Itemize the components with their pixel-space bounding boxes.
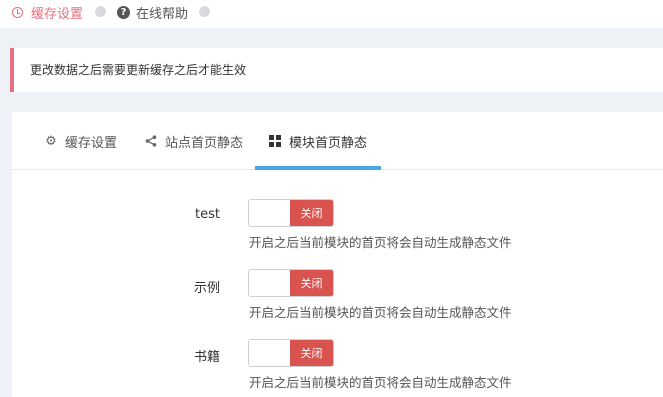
breadcrumb-online-help[interactable]: ? 在线帮助 (117, 3, 188, 22)
tab-label: 缓存设置 (65, 135, 118, 151)
module-label-test: test (195, 207, 220, 222)
toggle-switch-books[interactable]: 关闭 (248, 339, 334, 367)
tab-bar: ⚙ 缓存设置 站点首页静态 模块首页静态 (12, 112, 663, 170)
breadcrumb-label: 缓存设置 (31, 7, 84, 22)
tab-label: 站点首页静态 (165, 135, 244, 151)
toggle-switch-example[interactable]: 关闭 (248, 269, 334, 297)
breadcrumb-label: 在线帮助 (136, 7, 189, 22)
switch-off-label: 关闭 (290, 340, 333, 366)
module-label-example: 示例 (193, 281, 220, 296)
help-text: 开启之后当前模块的首页将会自动生成静态文件 (249, 375, 512, 390)
switch-knob (249, 270, 291, 296)
switch-off-label: 关闭 (290, 270, 333, 296)
info-alert: 更改数据之后需要更新缓存之后才能生效 (10, 48, 663, 92)
top-breadcrumb-bar: 缓存设置 ? 在线帮助 (0, 0, 663, 28)
help-text: 开启之后当前模块的首页将会自动生成静态文件 (249, 235, 512, 250)
tab-site-home-static[interactable]: 站点首页静态 (144, 112, 243, 170)
module-label-books: 书籍 (193, 350, 220, 365)
breadcrumb-cache-settings[interactable]: 缓存设置 (12, 3, 83, 22)
alert-text: 更改数据之后需要更新缓存之后才能生效 (30, 63, 247, 77)
settings-card: ⚙ 缓存设置 站点首页静态 模块首页静态 test 关闭 开启之后当前模块的首页… (12, 112, 663, 397)
breadcrumb-separator (95, 6, 106, 17)
help-circle-icon: ? (117, 6, 130, 19)
help-text: 开启之后当前模块的首页将会自动生成静态文件 (249, 305, 512, 320)
grid-icon (268, 134, 282, 148)
breadcrumb-separator (199, 6, 210, 17)
clock-icon (12, 7, 23, 18)
active-tab-indicator (255, 166, 381, 170)
switch-knob (249, 340, 291, 366)
tab-cache-settings[interactable]: ⚙ 缓存设置 (44, 112, 117, 170)
gear-icon: ⚙ (45, 133, 57, 149)
tab-label: 模块首页静态 (289, 135, 368, 151)
switch-knob (249, 200, 291, 226)
switch-off-label: 关闭 (290, 200, 333, 226)
tab-module-home-static[interactable]: 模块首页静态 (268, 112, 367, 170)
share-icon (144, 134, 158, 148)
toggle-switch-test[interactable]: 关闭 (248, 199, 334, 227)
